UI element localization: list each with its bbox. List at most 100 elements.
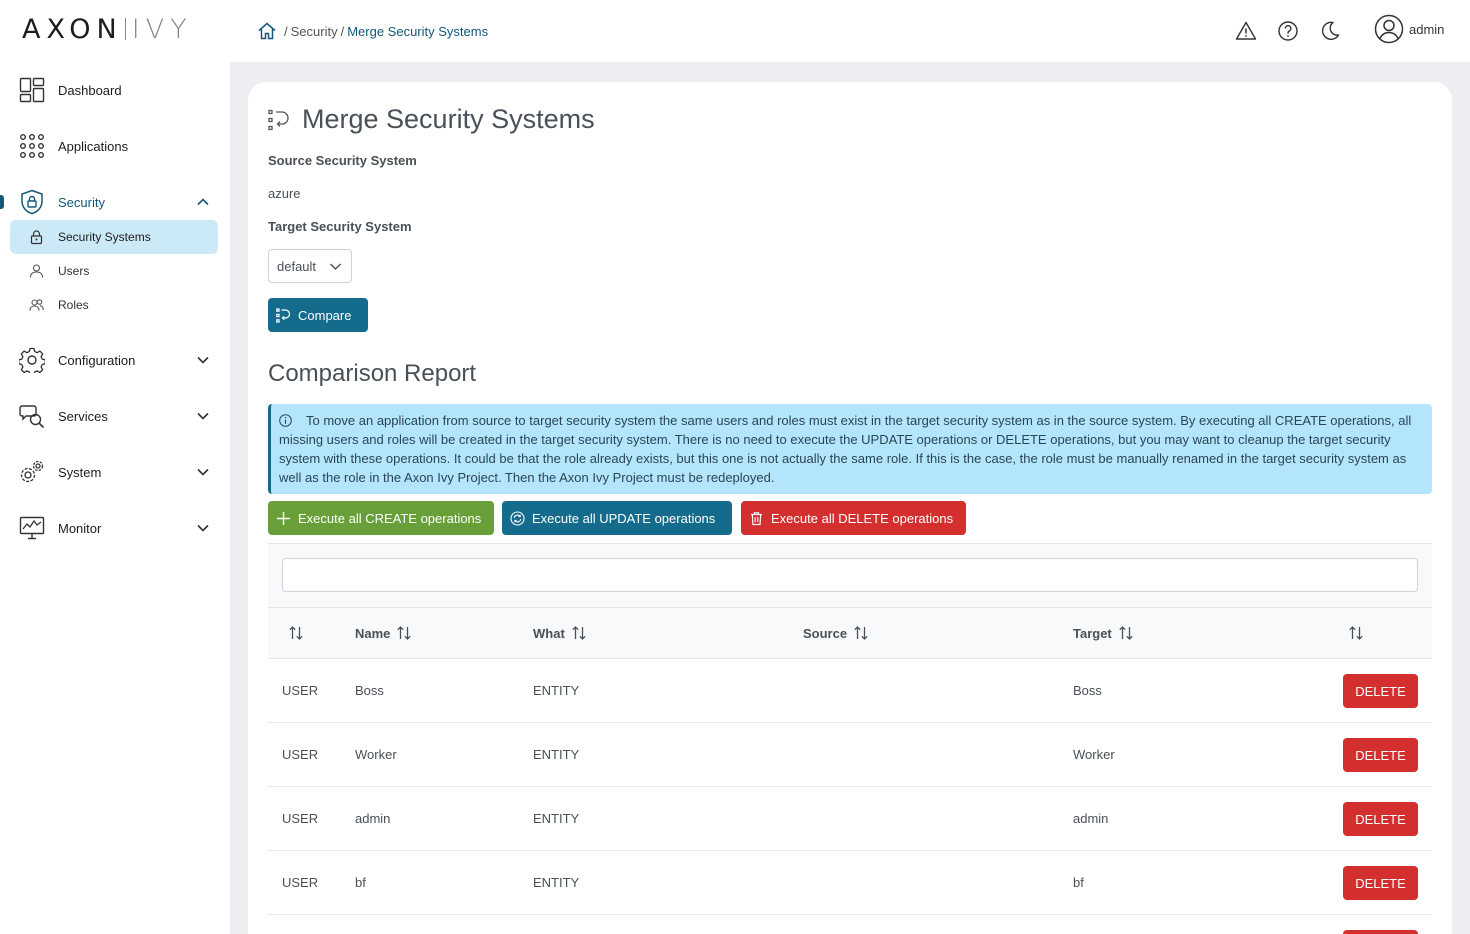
cell-what: ENTITY xyxy=(533,811,580,826)
home-icon[interactable] xyxy=(257,21,277,41)
gears-icon xyxy=(20,460,44,483)
sidebar-item-security[interactable]: Security xyxy=(0,182,230,222)
source-system-label: Source Security System xyxy=(268,153,417,168)
cell-type: USER xyxy=(282,683,319,698)
plus-icon xyxy=(277,511,290,525)
delete-button[interactable]: DELETE xyxy=(1343,674,1418,708)
comparison-table: Name What Source Target USER Boss ENTITY… xyxy=(268,543,1432,934)
sidebar: AXON IVY Dashboard Applications Security… xyxy=(0,0,230,934)
sort-icon xyxy=(572,626,586,640)
delete-button[interactable]: DELETE xyxy=(1343,738,1418,772)
sidebar-item-label: Configuration xyxy=(58,352,136,368)
info-message: To move an application from source to ta… xyxy=(268,404,1432,494)
breadcrumb-current[interactable]: Merge Security Systems xyxy=(347,24,488,39)
users-icon xyxy=(29,299,44,311)
target-system-selected: default xyxy=(277,258,317,274)
column-header-action[interactable] xyxy=(1348,625,1364,641)
logo-text-axon: AXON xyxy=(22,13,123,45)
compare-button-label: Compare xyxy=(298,307,352,323)
execute-all-create-label: Execute all CREATE operations xyxy=(298,510,482,526)
sidebar-item-label: Services xyxy=(58,408,108,424)
cell-name: Worker xyxy=(355,747,397,762)
sidebar-subitem-roles[interactable]: Roles xyxy=(10,288,218,322)
logo-text-ivy: IVY xyxy=(131,13,193,45)
sidebar-subitem-users[interactable]: Users xyxy=(10,254,218,288)
dashboard-icon xyxy=(19,77,45,103)
target-system-label: Target Security System xyxy=(268,219,412,234)
sort-icon xyxy=(854,626,868,640)
chevron-down-icon[interactable] xyxy=(196,465,210,479)
delete-button[interactable]: DELETE xyxy=(1343,802,1418,836)
topbar: / Security / Merge Security Systems admi… xyxy=(230,0,1470,62)
dark-mode-moon-icon[interactable] xyxy=(1319,20,1341,42)
sidebar-subitem-label: Users xyxy=(58,264,90,278)
monitor-icon xyxy=(19,516,45,540)
sidebar-item-dashboard[interactable]: Dashboard xyxy=(0,70,230,110)
column-header-name[interactable]: Name xyxy=(355,625,412,641)
execute-all-delete-button[interactable]: Execute all DELETE operations xyxy=(741,501,966,535)
table-row: USER bf ENTITY bf DELETE xyxy=(268,851,1432,915)
delete-button-partial[interactable] xyxy=(1343,930,1418,934)
cell-target: admin xyxy=(1073,811,1109,826)
chevron-down-icon[interactable] xyxy=(196,521,210,535)
gear-icon xyxy=(19,347,45,373)
cell-name: bf xyxy=(355,875,366,890)
cell-what: ENTITY xyxy=(533,683,580,698)
column-header-what[interactable]: What xyxy=(533,625,587,641)
username: admin xyxy=(1409,21,1445,37)
execute-all-create-button[interactable]: Execute all CREATE operations xyxy=(268,501,494,535)
compare-button[interactable]: Compare xyxy=(268,298,368,332)
merge-icon xyxy=(268,109,289,130)
warning-icon[interactable] xyxy=(1235,20,1257,42)
sidebar-item-monitor[interactable]: Monitor xyxy=(0,508,230,548)
comparison-report-title: Comparison Report xyxy=(268,360,477,387)
trash-icon xyxy=(751,511,762,525)
sidebar-item-label: Monitor xyxy=(58,520,102,536)
info-message-text: To move an application from source to ta… xyxy=(279,413,1412,485)
table-row: USER Worker ENTITY Worker DELETE xyxy=(268,723,1432,787)
help-icon[interactable] xyxy=(1277,20,1299,42)
sidebar-item-system[interactable]: System xyxy=(0,452,230,492)
sidebar-item-services[interactable]: Services xyxy=(0,396,230,436)
sidebar-item-label: System xyxy=(58,464,102,480)
target-system-select[interactable]: default xyxy=(268,249,352,283)
sidebar-item-configuration[interactable]: Configuration xyxy=(0,340,230,380)
shield-lock-icon xyxy=(21,189,43,215)
table-row-partial xyxy=(268,915,1432,934)
column-header-label: Name xyxy=(355,625,391,641)
column-header-label: What xyxy=(533,625,565,641)
axon-ivy-logo[interactable]: AXON IVY xyxy=(22,13,193,45)
user-icon xyxy=(29,264,44,278)
info-icon xyxy=(279,414,292,427)
breadcrumb-security[interactable]: Security xyxy=(291,24,338,39)
column-header-source[interactable]: Source xyxy=(803,625,869,641)
delete-button[interactable]: DELETE xyxy=(1343,866,1418,900)
logo-divider xyxy=(124,18,126,40)
sidebar-item-applications[interactable]: Applications xyxy=(0,126,230,166)
chevron-down-icon xyxy=(329,263,342,271)
cell-target: Worker xyxy=(1073,747,1115,762)
services-icon xyxy=(19,405,45,429)
chevron-down-icon[interactable] xyxy=(196,353,210,367)
cell-name: Boss xyxy=(355,683,384,698)
page-header: Merge Security Systems xyxy=(268,104,595,135)
table-filter-input[interactable] xyxy=(282,558,1418,592)
chevron-down-icon[interactable] xyxy=(196,409,210,423)
execute-all-delete-label: Execute all DELETE operations xyxy=(771,510,954,526)
cell-type: USER xyxy=(282,811,319,826)
sort-icon xyxy=(1119,626,1133,640)
lock-icon xyxy=(30,230,43,245)
cell-target: bf xyxy=(1073,875,1084,890)
cell-what: ENTITY xyxy=(533,875,580,890)
column-header-type[interactable] xyxy=(288,625,304,641)
compare-icon xyxy=(276,307,291,323)
chevron-up-icon[interactable] xyxy=(196,195,210,209)
sidebar-subitem-security-systems[interactable]: Security Systems xyxy=(10,220,218,254)
sidebar-item-label: Dashboard xyxy=(58,82,122,98)
breadcrumb-separator: / xyxy=(340,23,345,39)
sidebar-subitem-label: Security Systems xyxy=(58,230,151,244)
execute-all-update-button[interactable]: Execute all UPDATE operations xyxy=(502,501,732,535)
sort-icon xyxy=(289,626,303,640)
column-header-target[interactable]: Target xyxy=(1073,625,1134,641)
user-menu[interactable]: admin xyxy=(1374,14,1444,44)
